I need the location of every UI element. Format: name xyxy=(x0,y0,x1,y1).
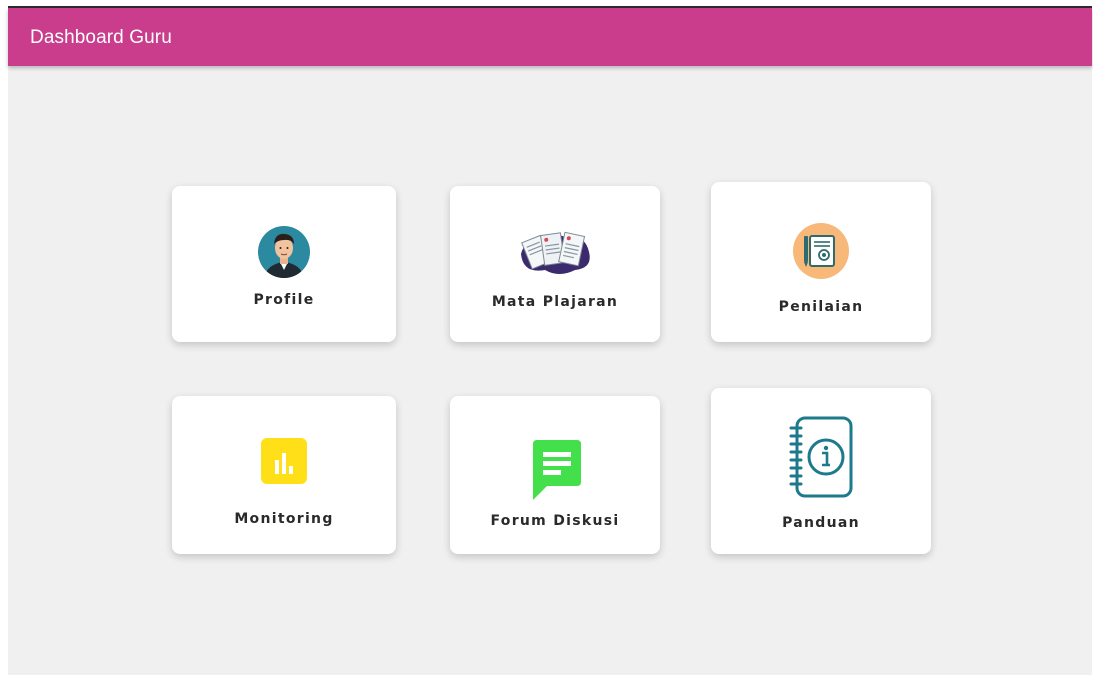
menu-card-monitoring[interactable]: Monitoring xyxy=(172,396,396,554)
certificate-icon xyxy=(793,223,849,279)
app-bar: Dashboard Guru xyxy=(8,8,1092,66)
menu-label-forum-diskusi: Forum Diskusi xyxy=(490,513,620,529)
avatar-icon xyxy=(258,226,310,278)
chat-icon xyxy=(533,440,581,500)
menu-label-profile: Profile xyxy=(253,292,315,308)
menu-label-panduan: Panduan xyxy=(782,515,860,531)
info-notebook-icon xyxy=(789,416,853,498)
documents-icon xyxy=(521,231,590,274)
app-window: Dashboard Guru Profile Mata Plajaran Pen… xyxy=(8,6,1092,675)
menu-card-penilaian[interactable]: Penilaian xyxy=(711,182,931,342)
menu-card-profile[interactable]: Profile xyxy=(172,186,396,342)
menu-card-forum-diskusi[interactable]: Forum Diskusi xyxy=(450,396,660,554)
bar-chart-icon xyxy=(261,438,307,484)
menu-label-penilaian: Penilaian xyxy=(778,299,864,315)
menu-card-panduan[interactable]: Panduan xyxy=(711,388,931,554)
menu-label-monitoring: Monitoring xyxy=(234,511,334,527)
menu-card-mata-plajaran[interactable]: Mata Plajaran xyxy=(450,186,660,342)
page-title: Dashboard Guru xyxy=(30,27,172,48)
menu-label-mata-plajaran: Mata Plajaran xyxy=(491,294,619,310)
